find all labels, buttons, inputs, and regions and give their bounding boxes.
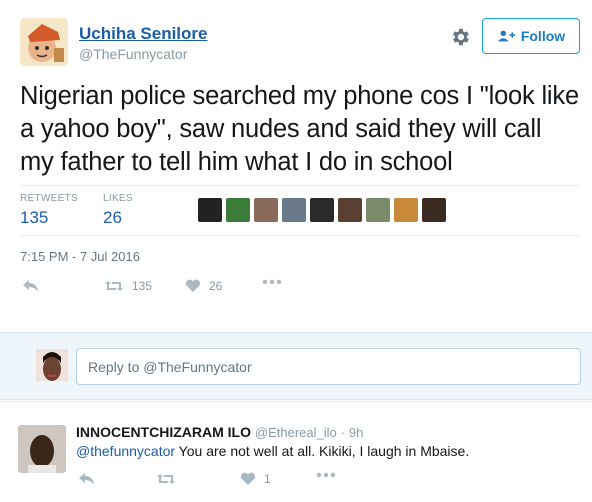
author-handle[interactable]: @TheFunnycator	[79, 46, 187, 62]
liker-avatar[interactable]	[254, 198, 278, 222]
heart-icon	[240, 472, 256, 485]
likers-avatars	[198, 198, 446, 222]
current-user-avatar	[36, 349, 68, 381]
like-action[interactable]: 26	[185, 279, 222, 293]
liker-avatar[interactable]	[366, 198, 390, 222]
retweets-label: RETWEETS	[20, 193, 78, 204]
follow-label: Follow	[520, 28, 566, 44]
retweet-icon	[157, 474, 175, 484]
retweets-stat[interactable]: RETWEETS 135	[20, 193, 78, 228]
liker-avatar[interactable]	[422, 198, 446, 222]
like-count: 26	[209, 279, 223, 293]
reply-bar: Reply to @TheFunnycator	[0, 332, 592, 400]
likes-value: 26	[103, 208, 122, 227]
retweets-value: 135	[20, 208, 49, 227]
reply-tweet: INNOCENTCHIZARAM ILO @Ethereal_ilo · 9h …	[0, 401, 592, 502]
reply-icon	[79, 473, 94, 485]
reply-author-avatar[interactable]	[18, 425, 66, 473]
gear-icon[interactable]	[449, 26, 471, 48]
tweet-text: Nigerian police searched my phone cos I …	[20, 82, 579, 176]
reply-retweet-action[interactable]	[156, 472, 176, 486]
reply-author-name[interactable]: INNOCENTCHIZARAM ILO	[76, 424, 251, 440]
add-user-icon	[497, 30, 515, 42]
likes-label: LIKES	[103, 193, 133, 204]
reply-body: You are not well at all. Kikiki, I laugh…	[175, 443, 470, 459]
reply-reply-action[interactable]	[78, 472, 96, 486]
divider	[20, 235, 580, 236]
liker-avatar[interactable]	[198, 198, 222, 222]
retweet-count: 135	[132, 279, 153, 293]
reply-mention[interactable]: @thefunnycator	[76, 443, 175, 459]
retweet-icon	[105, 281, 123, 291]
tweet-card: Uchiha Senilore @TheFunnycator Follow Ni…	[0, 0, 592, 332]
more-action[interactable]	[262, 279, 282, 285]
author-name[interactable]: Uchiha Senilore	[79, 24, 207, 44]
reply-action[interactable]	[22, 279, 40, 293]
divider	[20, 185, 580, 186]
liker-avatar[interactable]	[282, 198, 306, 222]
reply-icon	[23, 280, 38, 292]
liker-avatar[interactable]	[338, 198, 362, 222]
reply-separator: ·	[340, 425, 345, 440]
liker-avatar[interactable]	[226, 198, 250, 222]
more-icon	[316, 472, 336, 478]
likes-stat[interactable]: LIKES 26	[103, 193, 133, 228]
reply-header: INNOCENTCHIZARAM ILO @Ethereal_ilo · 9h	[76, 424, 363, 440]
more-icon	[262, 279, 282, 285]
reply-time[interactable]: 9h	[349, 425, 363, 440]
reply-more-action[interactable]	[316, 472, 336, 478]
follow-button[interactable]: Follow	[482, 18, 580, 54]
reply-like-count: 1	[264, 472, 271, 486]
retweet-action[interactable]: 135	[104, 279, 152, 293]
author-avatar[interactable]	[20, 18, 68, 66]
heart-icon	[185, 279, 201, 292]
reply-like-action[interactable]: 1	[240, 472, 271, 486]
reply-author-handle[interactable]: @Ethereal_ilo	[255, 425, 337, 440]
reply-input[interactable]: Reply to @TheFunnycator	[76, 348, 581, 385]
tweet-timestamp[interactable]: 7:15 PM - 7 Jul 2016	[20, 249, 140, 264]
liker-avatar[interactable]	[310, 198, 334, 222]
reply-text: @thefunnycator You are not well at all. …	[76, 443, 469, 459]
liker-avatar[interactable]	[394, 198, 418, 222]
